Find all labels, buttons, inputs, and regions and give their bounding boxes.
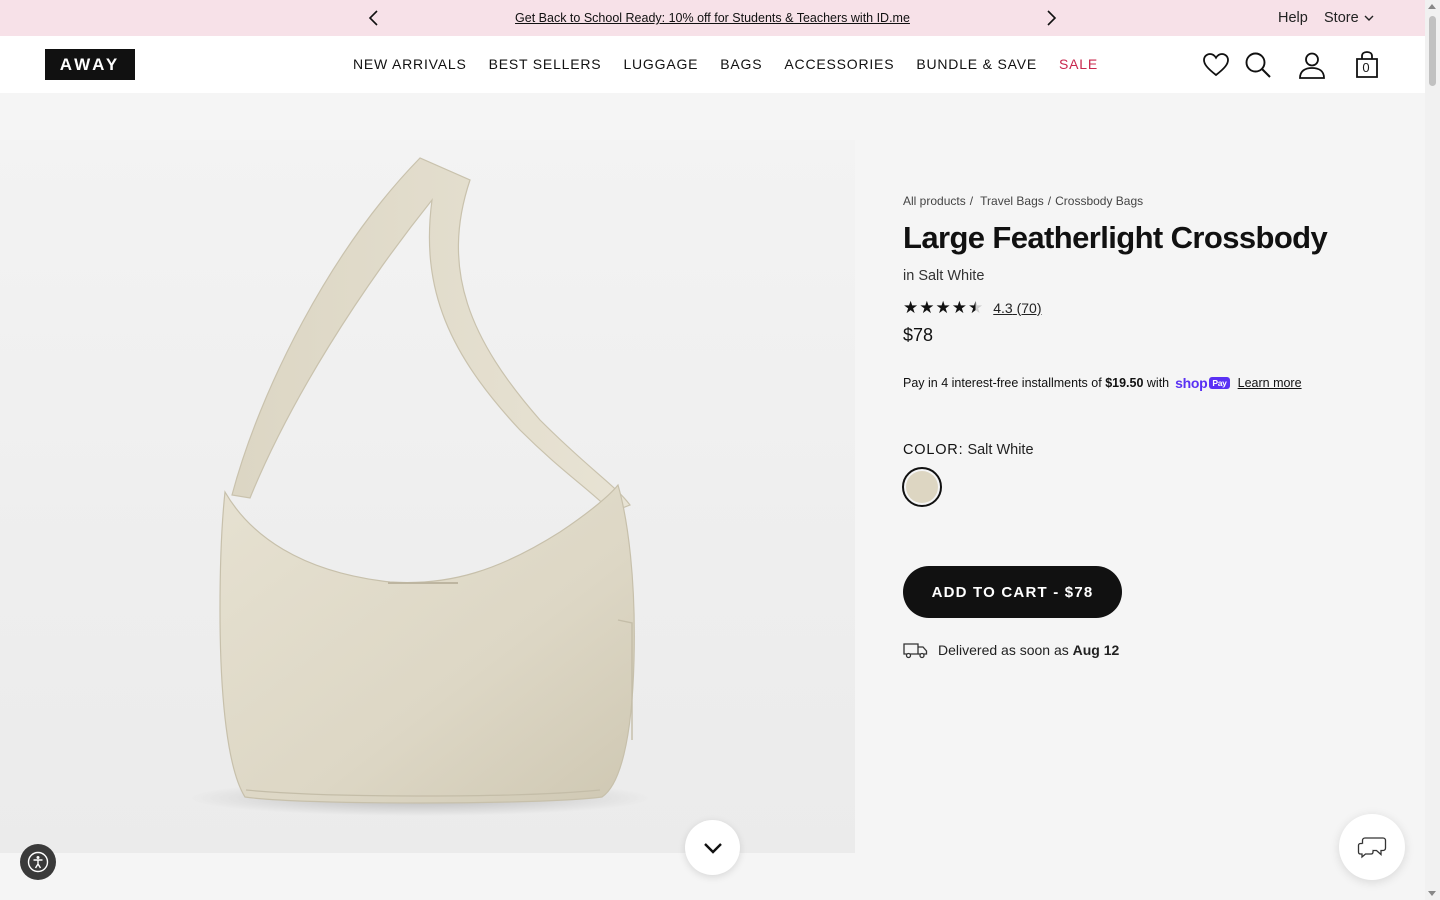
promo-link[interactable]: Get Back to School Ready: 10% off for St… [515, 11, 910, 25]
rating-value: 4.3 [993, 299, 1013, 316]
product-price: $78 [903, 325, 934, 345]
rating-value-link[interactable]: 4.3 (70) [993, 300, 1041, 316]
nav-bags[interactable]: BAGS [720, 56, 762, 72]
color-label: COLOR: Salt White [903, 442, 1034, 458]
main-nav: NEW ARRIVALS BEST SELLERS LUGGAGE BAGS A… [353, 56, 1098, 72]
store-label: Store [1324, 10, 1359, 26]
color-value: Salt White [967, 442, 1034, 458]
accessibility-button[interactable] [20, 844, 56, 880]
search-icon[interactable] [1243, 50, 1273, 80]
nav-luggage[interactable]: LUGGAGE [623, 56, 698, 72]
nav-new-arrivals[interactable]: NEW ARRIVALS [353, 56, 467, 72]
accessibility-icon [27, 851, 49, 873]
color-key: COLOR: [903, 442, 964, 458]
scroll-down-button[interactable] [685, 820, 740, 875]
nav-accessories[interactable]: ACCESSORIES [784, 56, 894, 72]
chat-bubbles-icon [1357, 837, 1387, 859]
breadcrumb-separator: / [969, 194, 974, 208]
star-icon: ★ [935, 298, 951, 317]
review-count: (70) [1016, 299, 1042, 316]
away-logo[interactable]: AWAY [45, 49, 135, 80]
nav-sale[interactable]: SALE [1059, 56, 1098, 72]
account-icon[interactable] [1297, 50, 1327, 80]
chevron-down-icon [1364, 15, 1374, 21]
add-to-cart-button[interactable]: ADD TO CART - $78 [903, 566, 1122, 618]
installments-text: Pay in 4 interest-free installments of [903, 376, 1102, 390]
cart-count: 0 [1362, 60, 1370, 75]
star-rating: ★ ★ ★ ★ ★ [903, 299, 983, 316]
page-scrollbar[interactable] [1425, 0, 1440, 900]
scroll-up-arrow[interactable] [1428, 4, 1436, 9]
promo-message: Get Back to School Ready: 10% off for St… [0, 11, 1425, 25]
star-half-icon: ★ [968, 298, 984, 317]
star-icon: ★ [903, 298, 919, 317]
announcement-bar: Get Back to School Ready: 10% off for St… [0, 0, 1425, 36]
product-title: Large Featherlight Crossbody [903, 220, 1328, 255]
breadcrumb-separator: / [1047, 194, 1052, 208]
cart-bag-icon[interactable]: 0 [1352, 50, 1382, 80]
swatch-fill [906, 471, 938, 503]
delivery-estimate: Delivered as soon as Aug 12 [903, 641, 1119, 659]
breadcrumb-all-products[interactable]: All products [903, 194, 966, 208]
shop-pay-badge: Pay [1209, 377, 1230, 389]
product-image[interactable] [0, 140, 855, 853]
star-icon: ★ [951, 298, 967, 317]
product-rating: ★ ★ ★ ★ ★ 4.3 (70) [903, 299, 1042, 316]
nav-best-sellers[interactable]: BEST SELLERS [489, 56, 602, 72]
shop-pay-logo-text: shop [1175, 375, 1208, 391]
installment-amount: $19.50 [1105, 376, 1144, 390]
scrollbar-thumb[interactable] [1429, 16, 1436, 86]
color-swatch-salt-white[interactable] [902, 467, 942, 507]
help-link[interactable]: Help [1278, 10, 1308, 26]
store-dropdown[interactable]: Store [1324, 10, 1375, 26]
learn-more-link[interactable]: Learn more [1238, 376, 1302, 390]
star-icon: ★ [919, 298, 935, 317]
chevron-down-icon [703, 842, 722, 854]
chat-button[interactable] [1339, 814, 1405, 880]
breadcrumb-travel-bags[interactable]: Travel Bags [980, 194, 1044, 208]
breadcrumb: All products / Travel Bags / Crossbody Bags [903, 194, 1143, 208]
crossbody-bag-image [190, 157, 650, 816]
heart-icon[interactable] [1201, 50, 1231, 80]
delivery-truck-icon [903, 643, 928, 659]
installments-with: with [1146, 376, 1170, 390]
nav-bundle-save[interactable]: BUNDLE & SAVE [916, 56, 1037, 72]
site-header: AWAY NEW ARRIVALS BEST SELLERS LUGGAGE B… [0, 36, 1425, 93]
delivery-date: Aug 12 [1072, 642, 1120, 658]
shop-pay-logo: shop Pay [1175, 375, 1230, 391]
breadcrumb-crossbody-bags[interactable]: Crossbody Bags [1055, 194, 1143, 208]
delivery-text: Delivered as soon as [938, 642, 1069, 658]
chevron-right-icon[interactable] [1041, 8, 1061, 28]
scroll-down-arrow[interactable] [1428, 891, 1436, 896]
product-variant: in Salt White [903, 268, 985, 284]
shop-pay-installments: Pay in 4 interest-free installments of $… [903, 375, 1302, 391]
page: Get Back to School Ready: 10% off for St… [0, 0, 1440, 900]
